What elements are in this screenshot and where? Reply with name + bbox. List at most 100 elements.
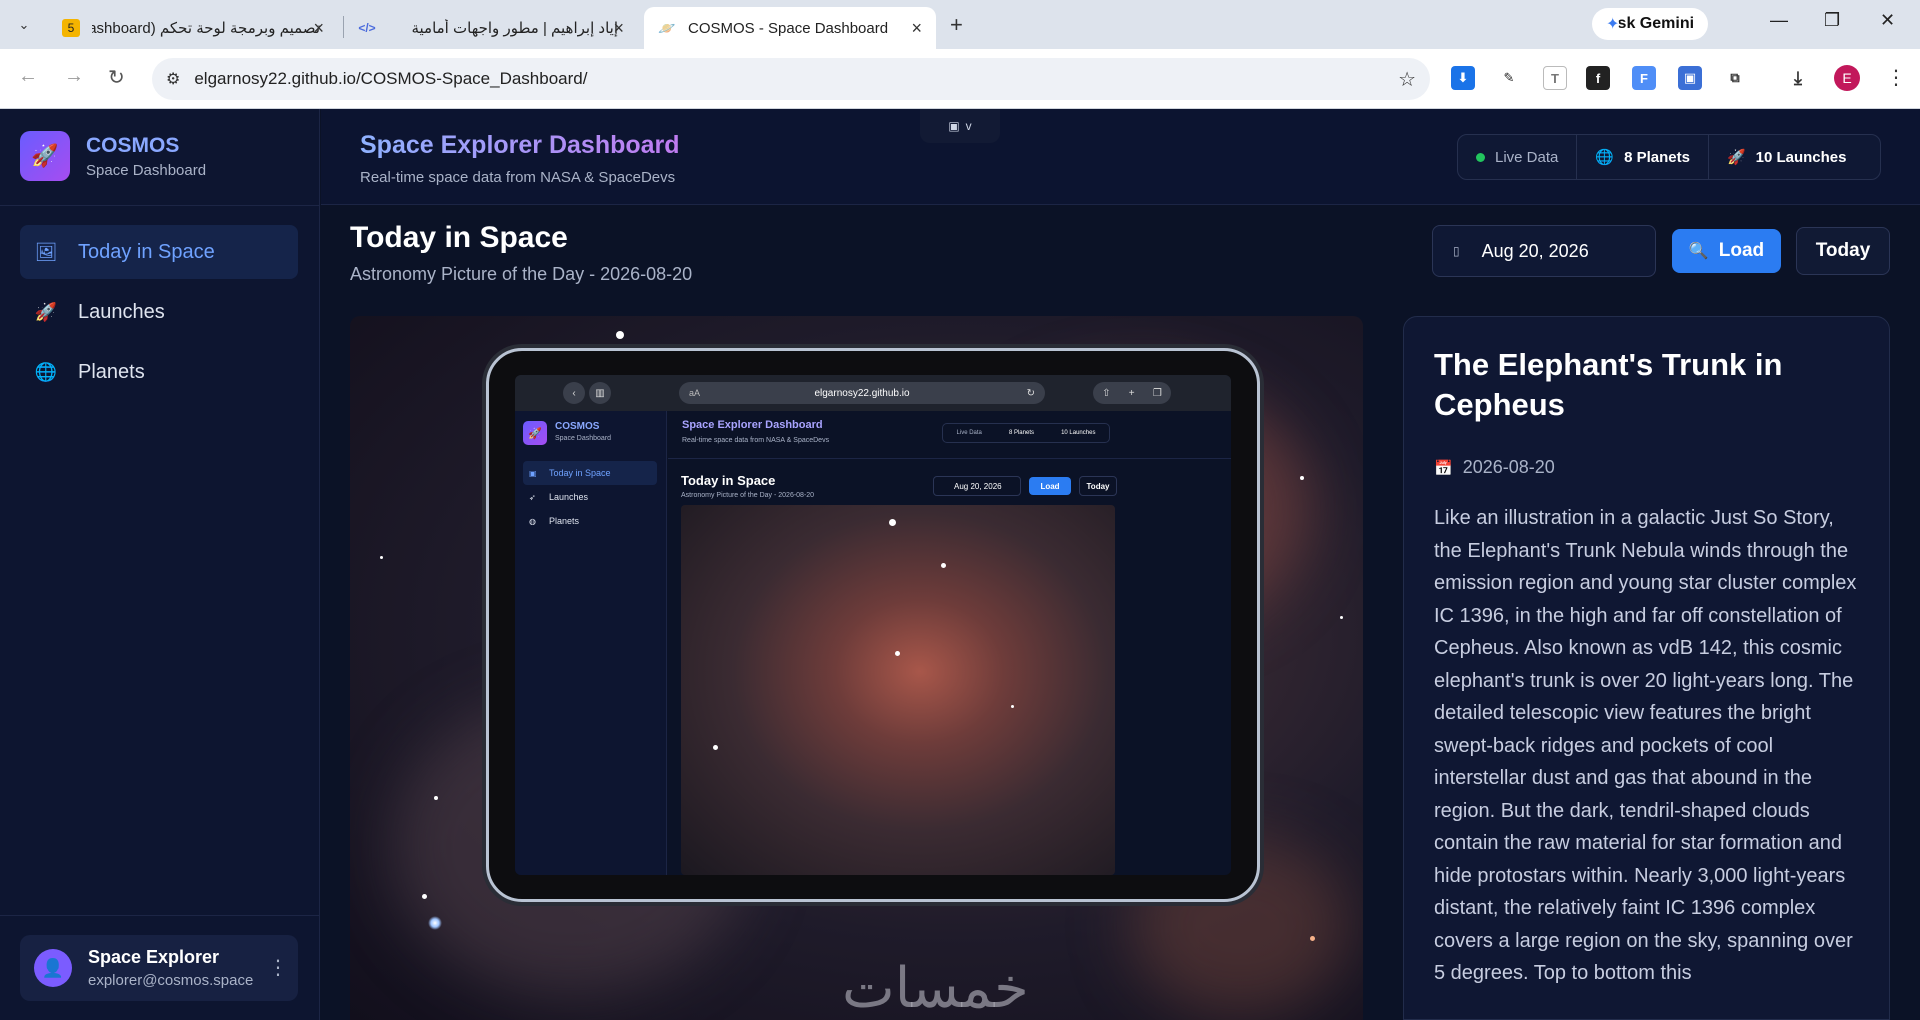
watermark-logo: خمسات [842,956,1029,1020]
browser-menu-icon[interactable]: ⋮ [1886,65,1906,90]
tablet-header: Space Explorer Dashboard Real-time space… [668,411,1231,459]
star [1340,616,1343,619]
reload-icon[interactable]: ↻ [108,65,125,90]
star [1310,936,1315,941]
apod-image[interactable]: ‹ ▥ aA elgarnosy22.github.io ↻ ⇧ + ❐ 🚀 C… [350,316,1363,1020]
restore-icon[interactable]: ❐ [1824,10,1840,31]
star [616,331,624,339]
launches-count: 10 Launches [1755,148,1847,166]
tablet-live: Live Data [956,430,982,436]
url-bar[interactable]: ⚙ elgarnosy22.github.io/COSMOS-Space_Das… [152,58,1430,100]
more-vertical-icon[interactable]: ⋮ [268,955,288,980]
tablet-stats: Live Data 8 Planets 10 Launches [942,423,1110,443]
reader-label: aA [689,388,701,398]
user-name: Space Explorer [88,947,220,967]
live-dot-icon [1476,152,1485,162]
star [889,519,896,526]
back-icon[interactable]: ← [18,65,38,88]
bookmark-star-icon[interactable]: ☆ [1398,67,1416,92]
star [1300,476,1304,480]
load-label: Load [1718,240,1765,261]
browser-tab-portfolio[interactable]: </> إياد إبراهيم | مطور واجهات أمامية × [344,7,638,49]
tablet-apod-image [681,505,1115,875]
tablet-section-sub: Astronomy Picture of the Day - 2026-08-2… [681,492,815,499]
screen-capture-icon: ▣ [948,119,960,133]
tab-badge: 5 [62,19,80,37]
rocket-logo-icon: 🚀 [523,421,547,445]
text-ext-icon[interactable]: T [1543,66,1567,90]
close-icon[interactable]: × [613,18,624,39]
new-tab-button[interactable]: + [950,12,963,38]
browser-tab-dashboard-course[interactable]: 5 تصميم وبرمجة لوحة تحكم (Dashboard × [48,7,338,49]
tablet-date: Aug 20, 2026 [933,476,1021,496]
tab-search-icon[interactable]: ⌄ [10,11,38,39]
planets-pill: 🌐 8 Planets [1577,134,1709,180]
sidebar-icon: ▥ [589,382,611,404]
user-avatar-icon: 👤 [34,949,72,987]
globe-icon: ◍ [529,516,536,526]
planets-count: 8 Planets [1624,148,1690,166]
tablet-browser-bar: ‹ ▥ aA elgarnosy22.github.io ↻ ⇧ + ❐ [515,375,1231,411]
planet-favicon-icon: 🪐 [658,19,676,36]
downloads-icon[interactable]: ⤓ [1786,66,1810,90]
tablet-sidebar: 🚀 COSMOS Space Dashboard ▣ Today in Space… [515,411,667,875]
brand-subtitle: Space Dashboard [86,161,207,179]
fonts-ext-icon[interactable]: F [1632,66,1656,90]
tablet-load: Load [1029,477,1071,495]
sidebar-item-today-in-space[interactable]: 🖼 Today in Space [20,225,298,279]
minimize-icon[interactable]: — [1770,10,1788,31]
tablet-today: Today [1079,476,1117,496]
extensions-puzzle-icon[interactable]: ⧉ [1723,66,1747,90]
star [434,796,438,800]
ask-gemini-label: Ask Gemini [1606,15,1695,32]
tablet-planets: 8 Planets [1008,430,1034,436]
live-data-pill: Live Data [1458,134,1578,180]
tablet-nav-planets: ◍ Planets [523,509,657,533]
sidebar-item-launches[interactable]: 🚀 Launches [20,285,298,339]
tablet-nav-label: Planets [549,516,580,526]
tablet-launches: 10 Launches [1061,430,1096,436]
dashboard-title: Space Explorer Dashboard [360,131,680,159]
profile-avatar[interactable]: E [1834,65,1860,91]
rocket-icon: 🚀 [1726,149,1746,166]
user-card[interactable]: 👤 Space Explorer explorer@cosmos.space ⋮ [20,935,298,1001]
tablet-actions: ⇧ + ❐ [1093,382,1171,404]
download-ext-icon[interactable]: ⬇ [1451,66,1475,90]
forward-icon[interactable]: → [64,65,84,88]
live-data-label: Live Data [1495,148,1559,166]
ask-gemini-button[interactable]: ✦ Ask Gemini [1592,8,1709,40]
load-button[interactable]: 🔍 Load [1672,229,1781,273]
globe-icon: 🌐 [34,361,58,382]
site-info-icon[interactable]: ⚙ [166,69,180,89]
eyedropper-ext-icon[interactable]: ✎ [1497,66,1521,90]
gemini-icon: ✦ [1606,14,1620,34]
star [895,651,900,656]
date-picker-input[interactable]: ▯ Aug 20, 2026 [1432,225,1656,277]
star [422,894,427,899]
browser-tab-cosmos[interactable]: 🪐 COSMOS - Space Dashboard × [644,7,936,49]
share-icon: ⇧ [1102,387,1111,399]
tab-title: إياد إبراهيم | مطور واجهات أمامية [411,20,618,37]
overlay-toolbar-tab[interactable]: ▣ v [920,109,1000,143]
rocket-logo-icon: 🚀 [20,131,70,181]
tabs-icon: ❐ [1152,387,1162,399]
search-icon: 🔍 [1688,243,1709,260]
page-title: Today in Space [350,221,568,254]
close-icon[interactable]: × [911,18,922,39]
sidebar-item-label: Today in Space [78,240,215,263]
sidebar-item-label: Launches [78,300,165,323]
window-close-icon[interactable]: ✕ [1880,10,1895,31]
apod-info-card: The Elephant's Trunk in Cepheus 📅 2026-0… [1403,316,1890,1020]
font-ext-icon[interactable]: f [1586,66,1610,90]
sidebar-item-planets[interactable]: 🌐 Planets [20,345,298,399]
close-icon[interactable]: × [313,18,324,39]
dashboard-subtitle: Real-time space data from NASA & SpaceDe… [360,169,676,186]
tablet-nav-label: Launches [549,492,589,502]
tablet-nav-label: Today in Space [549,468,611,478]
chevron-left-icon: ‹ [563,382,585,404]
url-text: elgarnosy22.github.io/COSMOS-Space_Dashb… [194,69,588,88]
screen-ext-icon[interactable]: ▣ [1678,66,1702,90]
address-toolbar: ← → ↻ ⚙ elgarnosy22.github.io/COSMOS-Spa… [0,49,1920,109]
star [1011,705,1014,708]
today-button[interactable]: Today [1796,227,1890,275]
